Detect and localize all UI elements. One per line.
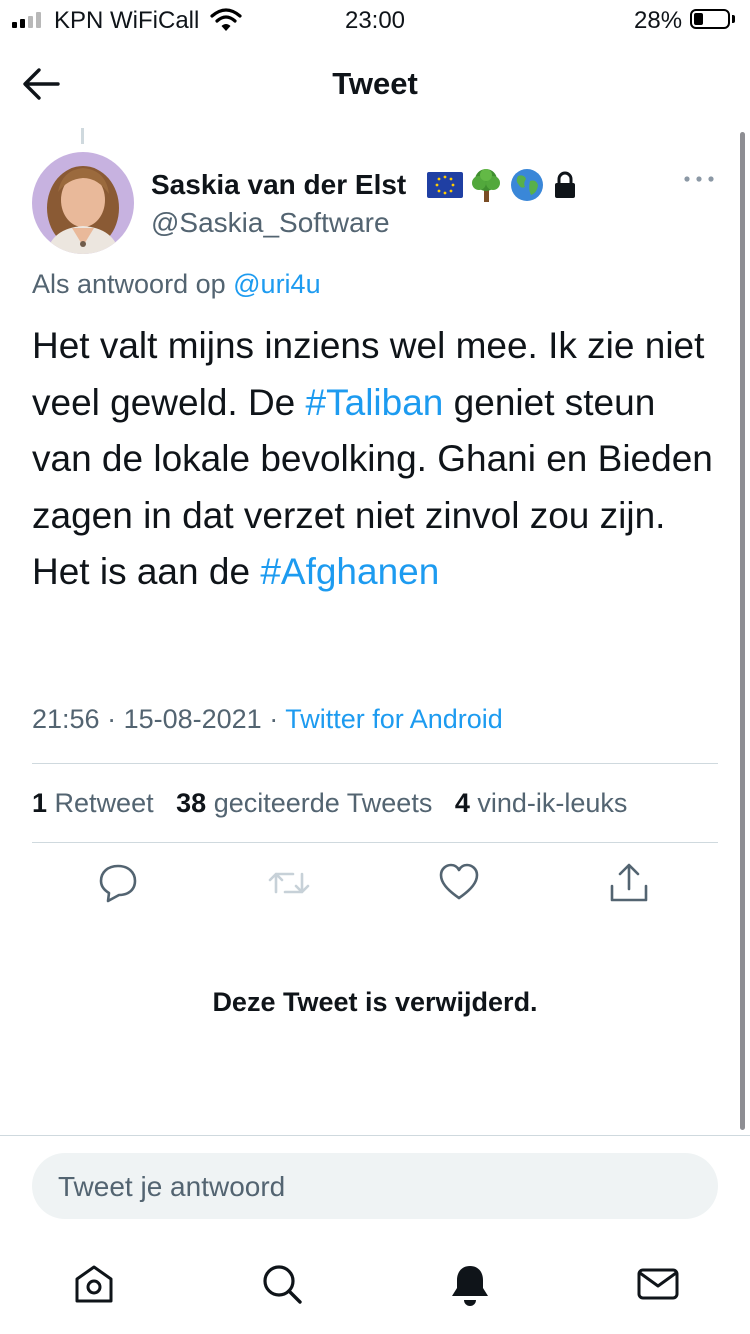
tweet-date: 15-08-2021	[123, 704, 262, 734]
globe-icon	[509, 167, 545, 208]
retweets-count: 1	[32, 788, 48, 818]
share-icon[interactable]	[608, 862, 650, 909]
battery-tip	[732, 15, 735, 23]
likes-count: 4	[454, 788, 470, 818]
tweet-source-link[interactable]: Twitter for Android	[285, 704, 503, 734]
like-icon[interactable]	[438, 862, 480, 909]
divider	[32, 763, 718, 764]
tweet-stats: 1 Retweet 38 geciteerde Tweets 4 vind-ik…	[32, 788, 627, 819]
reply-prefix: Als antwoord op	[32, 269, 226, 299]
reply-context: Als antwoord op @uri4u	[32, 269, 321, 300]
author-badges	[427, 167, 579, 208]
author-handle[interactable]: @Saskia_Software	[151, 207, 390, 239]
quotes-count: 38	[176, 788, 207, 818]
hashtag-link[interactable]: #Taliban	[306, 382, 444, 423]
page-title: Tweet	[332, 66, 418, 101]
tweet-text: Het valt mijns inziens wel mee. Ik zie n…	[32, 318, 722, 601]
divider	[32, 842, 718, 843]
more-options-icon[interactable]	[683, 172, 715, 190]
deleted-tweet-notice: Deze Tweet is verwijderd.	[212, 987, 538, 1017]
divider	[0, 1135, 750, 1136]
retweets-label: Retweet	[54, 788, 154, 818]
lock-icon	[551, 170, 579, 205]
messages-icon[interactable]	[636, 1262, 680, 1311]
scrollbar[interactable]	[740, 132, 745, 1130]
avatar[interactable]	[32, 152, 134, 254]
author-name[interactable]: Saskia van der Elst	[151, 169, 406, 201]
search-icon[interactable]	[260, 1262, 304, 1311]
battery-icon	[690, 9, 730, 29]
retweet-icon	[267, 862, 311, 909]
tweet-meta: 21:56 · 15-08-2021 · Twitter for Android	[32, 704, 503, 734]
likes-label: vind-ik-leuks	[477, 788, 628, 818]
reply-input[interactable]	[56, 1153, 690, 1221]
status-bar: KPN WiFiCall 23:00 28%	[0, 0, 750, 44]
eu-flag-icon	[427, 172, 463, 203]
battery-percentage: 28%	[634, 7, 683, 34]
quotes-stat[interactable]: 38 geciteerde Tweets	[176, 788, 432, 818]
reply-to-link[interactable]: @uri4u	[233, 269, 320, 299]
home-icon[interactable]	[72, 1262, 116, 1311]
likes-stat[interactable]: 4 vind-ik-leuks	[455, 788, 628, 818]
reply-box[interactable]	[32, 1153, 718, 1221]
quotes-label: geciteerde Tweets	[213, 788, 433, 818]
tweet-time: 21:56	[32, 704, 100, 734]
tree-icon	[469, 167, 503, 208]
hashtag-link[interactable]: #Afghanen	[260, 551, 439, 592]
reply-icon[interactable]	[98, 862, 138, 909]
notifications-icon[interactable]	[448, 1262, 492, 1313]
thread-connector	[81, 128, 84, 144]
retweets-stat[interactable]: 1 Retweet	[32, 788, 154, 818]
